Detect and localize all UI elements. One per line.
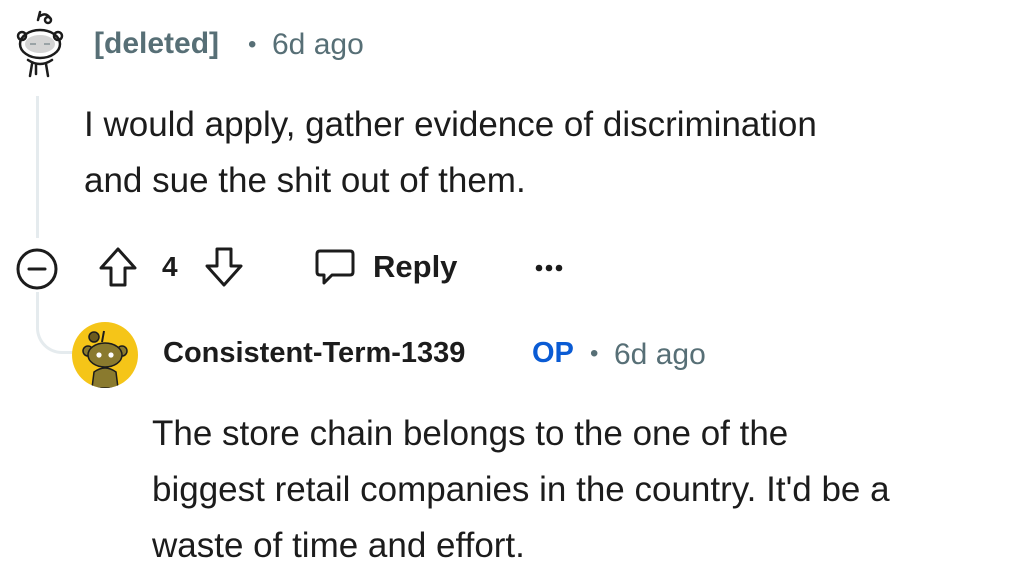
downvote-arrow-icon [205, 247, 243, 287]
reply-author[interactable]: Consistent-Term-1339 [163, 337, 465, 370]
collapse-minus-icon [16, 248, 58, 290]
comment-timestamp: 6d ago [272, 28, 364, 61]
reply-timestamp: 6d ago [614, 338, 706, 371]
deleted-user-avatar[interactable] [10, 10, 66, 82]
reply-body-line: waste of time and effort. [152, 526, 525, 565]
op-badge: OP [532, 337, 574, 369]
more-options-button[interactable] [528, 254, 570, 282]
reply-connector-line [36, 292, 76, 354]
comment-author[interactable]: [deleted] [94, 27, 219, 61]
meta-separator: • [248, 31, 257, 58]
more-dots-icon [535, 264, 563, 272]
comment-body-line: I would apply, gather evidence of discri… [84, 105, 817, 144]
reply-author-avatar[interactable] [72, 322, 138, 388]
reply-button[interactable]: Reply [310, 242, 470, 290]
upvote-button[interactable] [96, 244, 140, 290]
reply-body-line: The store chain belongs to the one of th… [152, 414, 789, 453]
deleted-user-avatar-icon [16, 10, 64, 78]
upvote-arrow-icon [99, 247, 137, 287]
snoo-avatar-icon [82, 330, 128, 388]
meta-separator: • [590, 340, 599, 367]
downvote-button[interactable] [202, 244, 246, 290]
comment-body-line: and sue the shit out of them. [84, 161, 526, 200]
reply-label: Reply [373, 249, 458, 284]
collapse-button[interactable] [14, 246, 60, 292]
speech-bubble-icon [315, 249, 355, 285]
thread-line[interactable] [36, 96, 39, 238]
vote-score: 4 [162, 251, 178, 282]
reply-body-line: biggest retail companies in the country.… [152, 470, 890, 509]
